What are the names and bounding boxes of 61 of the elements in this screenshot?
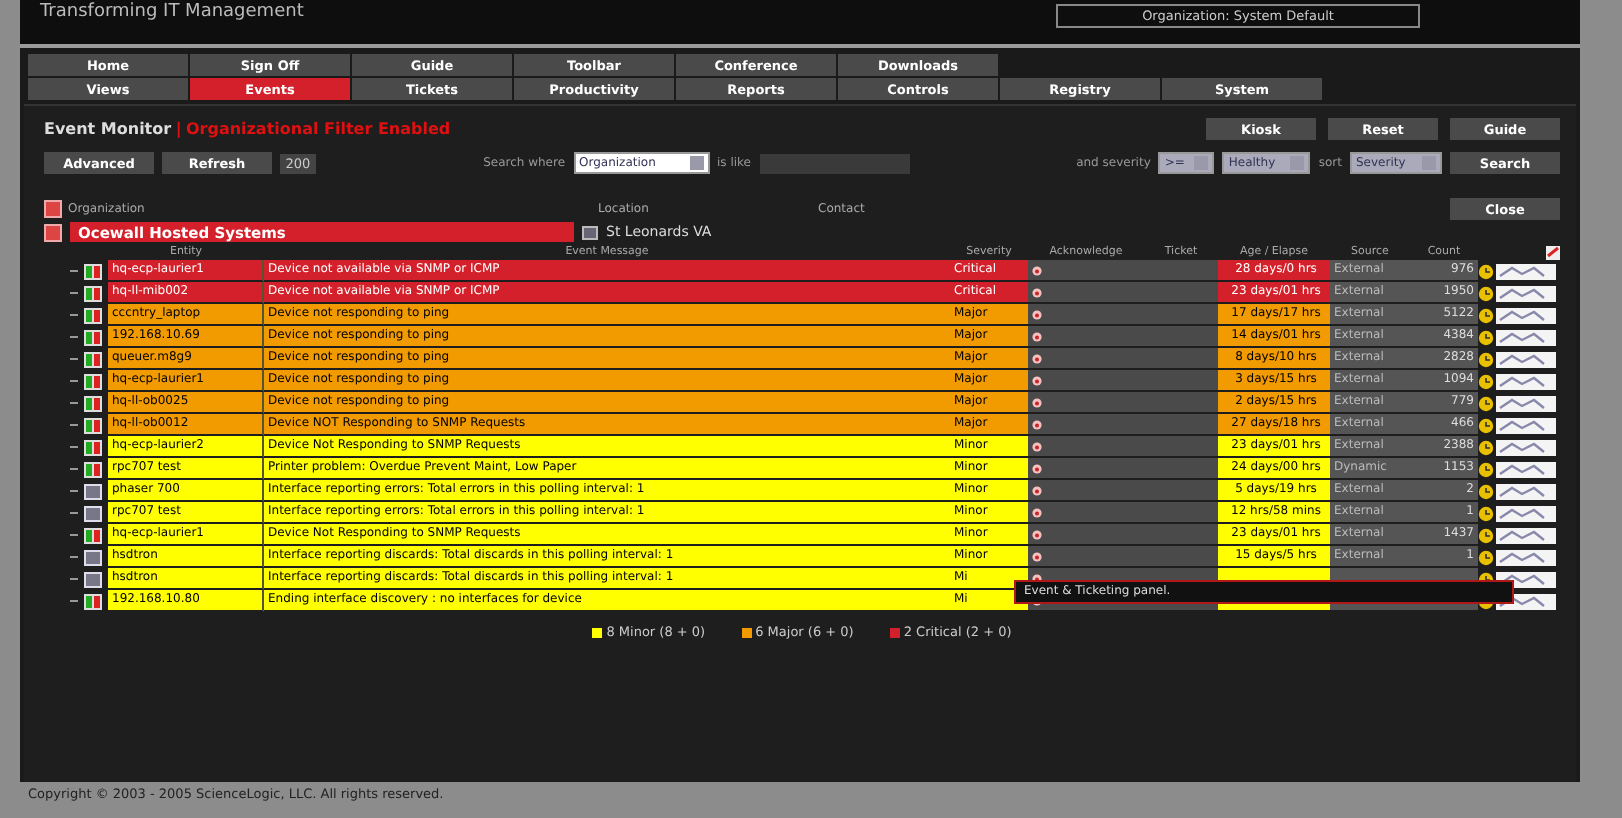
acknowledge-icon[interactable] [1032, 441, 1042, 451]
clock-icon[interactable] [1478, 285, 1494, 301]
graph-icon[interactable] [1496, 461, 1556, 477]
graph-icon[interactable] [1496, 527, 1556, 543]
graph-icon[interactable] [1496, 285, 1556, 301]
clock-icon[interactable] [1478, 263, 1494, 279]
graph-icon[interactable] [1496, 395, 1556, 411]
graph-icon[interactable] [1496, 439, 1556, 455]
status-icon [84, 307, 102, 323]
app-title: Transforming IT Management [40, 2, 304, 22]
filter-status: Organizational Filter Enabled [185, 120, 451, 138]
status-icon [84, 417, 102, 433]
acknowledge-icon[interactable] [1032, 375, 1042, 385]
clock-icon[interactable] [1478, 505, 1494, 521]
status-icon [84, 373, 102, 389]
acknowledge-icon[interactable] [1032, 397, 1042, 407]
search-field[interactable] [759, 153, 910, 173]
graph-icon[interactable] [1496, 417, 1556, 433]
acknowledge-icon[interactable] [1032, 309, 1042, 319]
acknowledge-icon[interactable] [1032, 353, 1042, 363]
acknowledge-icon[interactable] [1032, 529, 1042, 539]
status-icon [84, 395, 102, 411]
acknowledge-icon[interactable] [1032, 419, 1042, 429]
acknowledge-icon[interactable] [1032, 463, 1042, 473]
graph-icon[interactable] [1496, 505, 1556, 521]
acknowledge-icon[interactable] [1032, 265, 1042, 275]
graph-icon[interactable] [1496, 549, 1556, 565]
clock-icon[interactable] [1478, 483, 1494, 499]
clock-icon[interactable] [1478, 395, 1494, 411]
clock-icon[interactable] [1478, 307, 1494, 323]
page-title: Event Monitor [44, 120, 172, 138]
status-icon [84, 263, 102, 279]
status-icon [84, 439, 102, 455]
acknowledge-icon[interactable] [1032, 485, 1042, 495]
acknowledge-icon[interactable] [1032, 331, 1042, 341]
status-icon [84, 461, 102, 477]
clock-icon[interactable] [1478, 351, 1494, 367]
clock-icon[interactable] [1478, 417, 1494, 433]
graph-icon[interactable] [1496, 483, 1556, 499]
clock-icon[interactable] [1478, 461, 1494, 477]
location-icon [582, 225, 598, 239]
select-all-icon[interactable] [1546, 246, 1560, 260]
clock-icon[interactable] [1478, 439, 1494, 455]
acknowledge-icon[interactable] [1032, 287, 1042, 297]
clock-icon[interactable] [1478, 527, 1494, 543]
status-icon [84, 527, 102, 543]
graph-icon[interactable] [1496, 307, 1556, 323]
graph-icon[interactable] [1496, 351, 1556, 367]
clock-icon[interactable] [1478, 549, 1494, 565]
graph-icon[interactable] [1496, 373, 1556, 389]
separator-text: | [175, 120, 182, 138]
clock-icon[interactable] [1478, 329, 1494, 345]
status-icon [84, 329, 102, 345]
status-icon [84, 593, 102, 609]
graph-icon[interactable] [1496, 263, 1556, 279]
status-icon [84, 351, 102, 367]
acknowledge-icon[interactable] [1032, 507, 1042, 517]
status-icon [84, 285, 102, 301]
acknowledge-icon[interactable] [1032, 551, 1042, 561]
graph-icon[interactable] [1496, 329, 1556, 345]
clock-icon[interactable] [1478, 373, 1494, 389]
